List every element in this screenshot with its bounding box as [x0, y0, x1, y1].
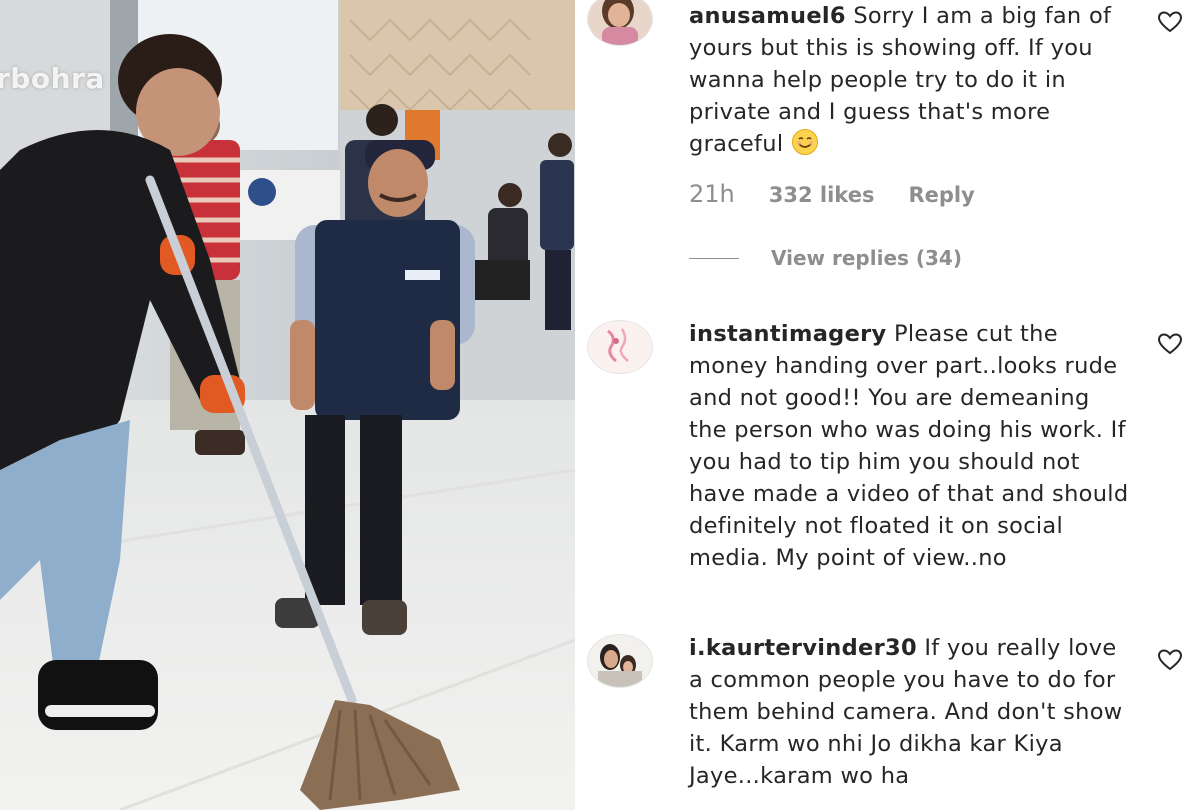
comment-text: i.kaurtervinder30 If you really love a c… [689, 632, 1129, 792]
avatar-photo [588, 0, 652, 45]
comment-time: 21h [689, 180, 735, 208]
comment-likes[interactable]: 332 likes [769, 183, 875, 207]
view-replies-label: View replies (34) [771, 246, 962, 270]
reply-button[interactable]: Reply [908, 183, 974, 207]
background-person-right [540, 133, 574, 330]
view-replies-button[interactable]: View replies (34) [689, 246, 962, 270]
avatar[interactable] [587, 634, 653, 688]
divider-line [689, 257, 739, 259]
avatar-photo [588, 321, 652, 373]
comment-item: instantimagery Please cut the money hand… [575, 318, 1200, 618]
comment-username[interactable]: anusamuel6 [689, 3, 846, 29]
comment-item: i.kaurtervinder30 If you really love a c… [575, 632, 1200, 810]
decorative-panel [340, 0, 575, 110]
comment-meta: 21h 332 likes Reply [689, 180, 975, 208]
smiling-face-emoji-icon [791, 129, 818, 155]
watermark-text: rbohra [0, 62, 105, 95]
comment-text: instantimagery Please cut the money hand… [689, 318, 1129, 574]
avatar-photo [588, 635, 652, 687]
comment-body: Please cut the money handing over part..… [689, 321, 1129, 571]
video-scene [0, 0, 575, 810]
counter-logo [248, 178, 276, 206]
avatar[interactable] [587, 320, 653, 374]
comment-username[interactable]: instantimagery [689, 321, 887, 347]
truncation-fade [575, 604, 1200, 618]
heart-outline-icon[interactable] [1157, 332, 1183, 356]
comment-item: anusamuel6 Sorry I am a big fan of yours… [575, 0, 1200, 300]
avatar[interactable] [587, 0, 653, 46]
video-frame[interactable]: rbohra [0, 0, 575, 810]
comment-text: anusamuel6 Sorry I am a big fan of yours… [689, 0, 1129, 160]
comment-username[interactable]: i.kaurtervinder30 [689, 635, 917, 661]
comments-panel: anusamuel6 Sorry I am a big fan of yours… [575, 0, 1200, 810]
heart-outline-icon[interactable] [1157, 10, 1183, 34]
heart-outline-icon[interactable] [1157, 648, 1183, 672]
